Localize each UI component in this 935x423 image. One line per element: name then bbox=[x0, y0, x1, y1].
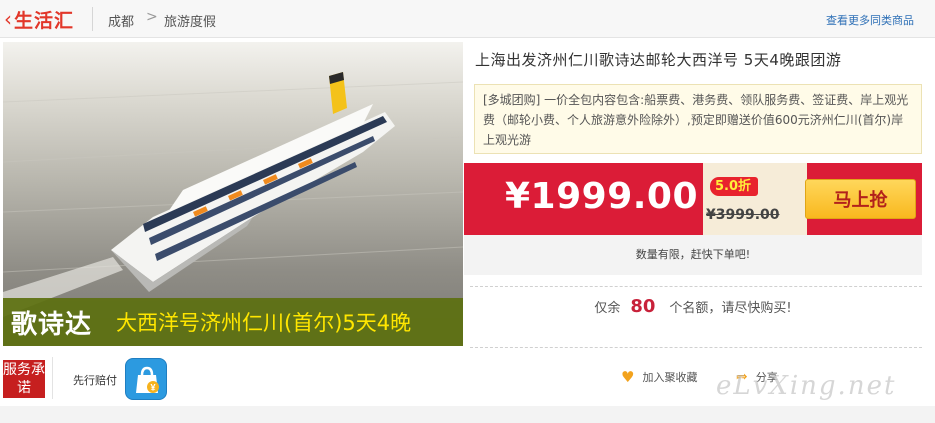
add-favorite-button[interactable]: ♥ 加入聚收藏 bbox=[621, 368, 698, 386]
product-image[interactable]: 歌诗达 大西洋号济州仁川(首尔)5天4晚 bbox=[3, 42, 463, 346]
price-bar: ¥1999.00 5.0折 ¥3999.00 马上抢 bbox=[464, 163, 922, 235]
back-chevron-icon: ‹ bbox=[4, 7, 13, 31]
image-caption-bar: 歌诗达 大西洋号济州仁川(首尔)5天4晚 bbox=[3, 298, 463, 346]
favorite-label: 加入聚收藏 bbox=[642, 371, 698, 384]
product-title: 上海出发济州仁川歌诗达邮轮大西洋号 5天4晚跟团游 bbox=[475, 51, 842, 69]
remaining-count: 80 bbox=[630, 296, 656, 317]
watermark: eLvXing.net bbox=[716, 371, 897, 401]
buy-now-button[interactable]: 马上抢 bbox=[805, 179, 916, 219]
remaining-prefix: 仅余 bbox=[594, 301, 621, 316]
brand-name: 生活汇 bbox=[14, 9, 75, 32]
discount-badge: 5.0折 bbox=[710, 177, 759, 196]
current-price: ¥1999.00 bbox=[505, 176, 699, 217]
discount-panel: 5.0折 ¥3999.00 bbox=[703, 163, 807, 235]
service-promise-badge: 服务承诺 bbox=[3, 360, 45, 398]
dashed-divider bbox=[470, 286, 922, 287]
remaining-suffix: 个名额，请尽快购买! bbox=[669, 301, 792, 316]
header-divider bbox=[92, 7, 93, 31]
original-price: ¥3999.00 bbox=[706, 207, 780, 223]
caption-route: 大西洋号济州仁川(首尔)5天4晚 bbox=[116, 311, 412, 335]
dashed-divider bbox=[470, 347, 922, 348]
remaining-quota: 仅余 80 个名额，请尽快购买! bbox=[464, 296, 922, 317]
service-divider bbox=[52, 357, 53, 399]
limited-quantity-notice: 数量有限，赶快下单吧! bbox=[464, 235, 922, 275]
top-bar: ‹ 生活汇 成都 > 旅游度假 查看更多同类商品 bbox=[0, 0, 935, 38]
brand-logo[interactable]: ‹ 生活汇 bbox=[4, 7, 75, 32]
breadcrumb-separator-icon: > bbox=[146, 9, 158, 25]
page-bottom-strip bbox=[0, 406, 935, 423]
svg-text:¥: ¥ bbox=[150, 383, 155, 393]
advance-compensation-label: 先行赔付 bbox=[73, 374, 117, 387]
promo-description: [多城团购] 一价全包内容包含:船票费、港务费、领队服务费、签证费、岸上观光费（… bbox=[474, 84, 922, 154]
shopping-bag-icon[interactable]: ¥ bbox=[125, 358, 167, 400]
more-similar-link[interactable]: 查看更多同类商品 bbox=[826, 12, 914, 28]
caption-ship-name: 歌诗达 bbox=[11, 309, 93, 340]
heart-icon: ♥ bbox=[621, 368, 635, 386]
breadcrumb-city[interactable]: 成都 bbox=[108, 11, 134, 30]
breadcrumb-category[interactable]: 旅游度假 bbox=[164, 11, 216, 30]
